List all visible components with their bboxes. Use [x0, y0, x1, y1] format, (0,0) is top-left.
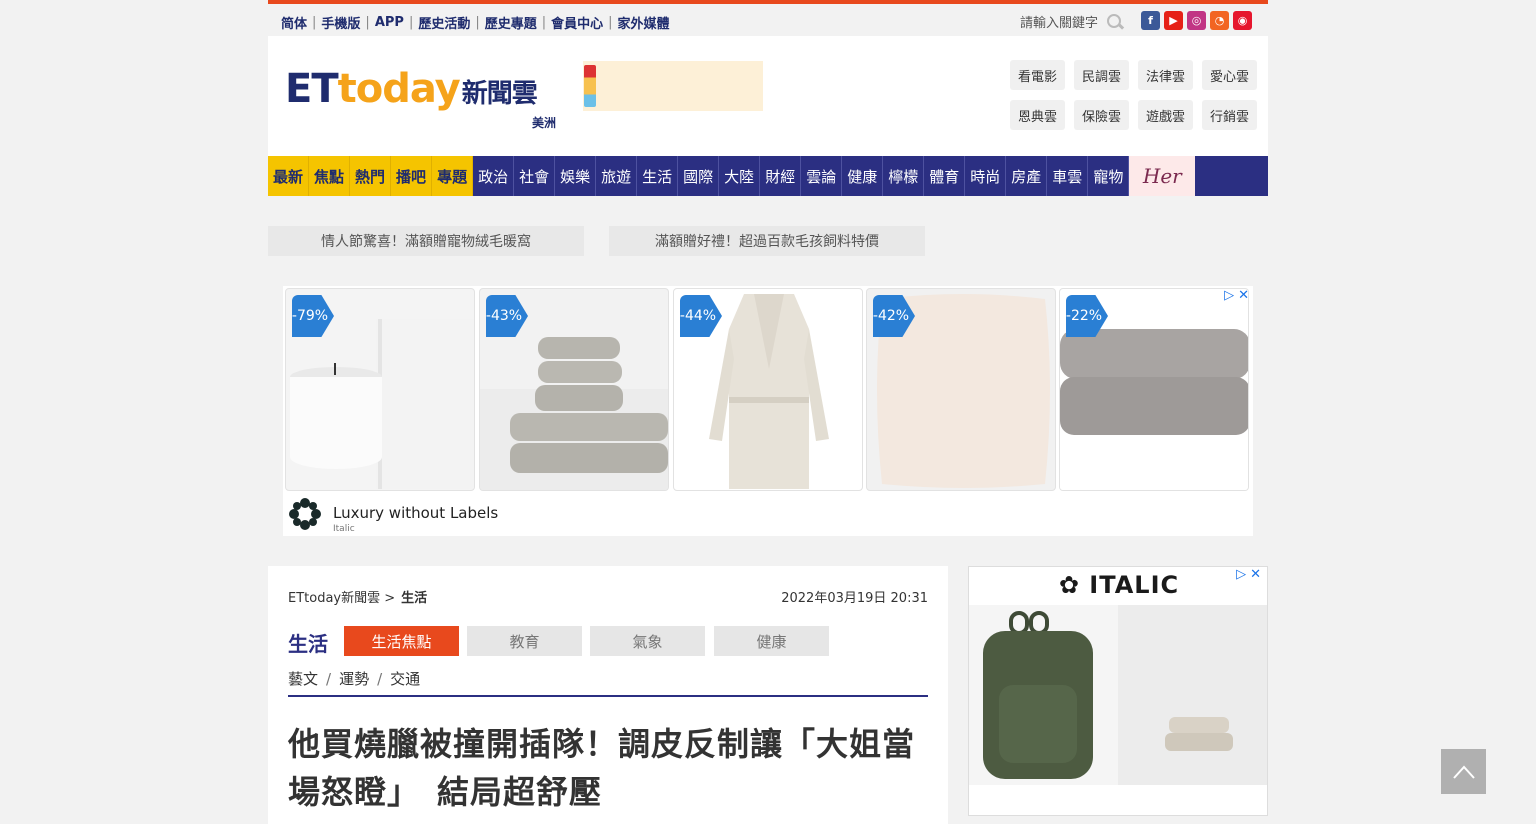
site-header: ETtoday新聞雲 美洲 看電影 民調雲 法律雲 愛心雲 恩典雲 保險雲 遊戲… [268, 36, 1268, 156]
section-divider [288, 695, 928, 697]
product-card[interactable]: -22% [1059, 288, 1249, 491]
chevron-up-icon [1452, 765, 1475, 779]
sublink-arts[interactable]: 藝文 [288, 670, 318, 688]
instagram-icon[interactable]: ◎ [1187, 11, 1206, 30]
nav-item[interactable]: 房產 [1006, 156, 1048, 196]
facebook-icon[interactable]: f [1141, 11, 1160, 30]
link-history-events[interactable]: 歷史活動 [418, 13, 470, 32]
ad-brand: ✿ ITALIC [1058, 571, 1180, 599]
nav-item-latest[interactable]: 最新 [268, 156, 310, 196]
category-title[interactable]: 生活 [288, 628, 328, 657]
nav-item-focus[interactable]: 焦點 [309, 156, 351, 196]
ad-choices[interactable]: ▷ ✕ [1224, 288, 1249, 303]
tab-weather[interactable]: 氣象 [590, 626, 705, 656]
side-ad[interactable]: ✿ ITALIC ▷ ✕ [968, 566, 1268, 816]
product-card[interactable]: -79% [285, 288, 475, 491]
link-history-topics[interactable]: 歷史專題 [485, 13, 537, 32]
promo-link[interactable]: 滿額贈好禮！超過百款毛孩飼料特價 [609, 226, 925, 256]
nav-item[interactable]: 大陸 [719, 156, 761, 196]
link-mobile[interactable]: 手機版 [321, 13, 360, 32]
article-panel: ETtoday新聞雲 > 生活 2022年03月19日 20:31 生活 生活焦點… [268, 566, 948, 824]
nav-item[interactable]: 寵物 [1088, 156, 1130, 196]
nav-item[interactable]: 生活 [637, 156, 679, 196]
close-icon[interactable]: ✕ [1238, 288, 1249, 303]
cloud-link[interactable]: 民調雲 [1074, 60, 1129, 90]
link-member-center[interactable]: 會員中心 [551, 13, 603, 32]
ettoday-logo[interactable]: ETtoday新聞雲 [285, 66, 538, 112]
breadcrumb: ETtoday新聞雲 > 生活 [288, 587, 427, 606]
product-card[interactable]: -43% [479, 288, 669, 491]
sub-links: 藝文 / 運勢 / 交通 [288, 670, 421, 688]
tab-health[interactable]: 健康 [714, 626, 829, 656]
cloud-link[interactable]: 法律雲 [1138, 60, 1193, 90]
rss-icon[interactable]: ◔ [1210, 11, 1229, 30]
back-to-top-button[interactable] [1441, 749, 1486, 794]
product-card[interactable]: -42% [866, 288, 1056, 491]
breadcrumb-section[interactable]: 生活 [401, 591, 427, 606]
nav-item[interactable]: 社會 [514, 156, 556, 196]
search-icon[interactable] [1106, 13, 1124, 31]
product-card[interactable]: -44% [673, 288, 863, 491]
ad-choices[interactable]: ▷ ✕ [1236, 567, 1261, 582]
top-links: 简体 | 手機版 | APP | 歷史活動 | 歷史專題 | 會員中心 | 家外媒體 [281, 13, 670, 32]
link-app[interactable]: APP [375, 15, 404, 30]
search-input[interactable]: 請輸入關鍵字 [1020, 12, 1098, 31]
sublink-traffic[interactable]: 交通 [390, 670, 420, 688]
ad-thumbnail [584, 65, 596, 107]
nav-item[interactable]: 時尚 [965, 156, 1007, 196]
cloud-link[interactable]: 恩典雲 [1010, 100, 1065, 130]
cloud-link[interactable]: 保險雲 [1074, 100, 1129, 130]
sublink-fortune[interactable]: 運勢 [339, 670, 369, 688]
tab-education[interactable]: 教育 [467, 626, 582, 656]
cloud-links: 看電影 民調雲 法律雲 愛心雲 恩典雲 保險雲 遊戲雲 行銷雲 [1010, 60, 1257, 130]
nav-item[interactable]: 旅遊 [596, 156, 638, 196]
article-headline: 他買燒臘被撞開插隊！調皮反制讓「大姐當場怒瞪」 結局超舒壓 [288, 725, 916, 811]
cloud-link[interactable]: 看電影 [1010, 60, 1065, 90]
backpack-image [969, 605, 1267, 785]
region-label: 美洲 [532, 116, 557, 130]
tab-life-focus[interactable]: 生活焦點 [344, 626, 459, 656]
nav-item-her[interactable]: Her [1129, 156, 1196, 196]
nav-item-podcast[interactable]: 播吧 [391, 156, 433, 196]
nav-item[interactable]: 財經 [760, 156, 802, 196]
nav-item-hot[interactable]: 熱門 [350, 156, 392, 196]
promo-link[interactable]: 情人節驚喜！滿額贈寵物絨毛暖窩 [268, 226, 584, 256]
link-outdoor-media[interactable]: 家外媒體 [618, 13, 670, 32]
breadcrumb-home[interactable]: ETtoday新聞雲 > [288, 591, 395, 606]
nav-item[interactable]: 雲論 [801, 156, 843, 196]
nav-item[interactable]: 娛樂 [555, 156, 597, 196]
nav-item-topics[interactable]: 專題 [432, 156, 474, 196]
main-nav: 最新 焦點 熱門 播吧 專題 政治 社會 娛樂 旅遊 生活 國際 大陸 財經 雲… [268, 156, 1268, 196]
link-simplified[interactable]: 简体 [281, 13, 307, 32]
product-carousel-ad[interactable]: -79% -43% -44% -42% -22% ▷ ✕ Luxury with… [283, 286, 1253, 536]
ad-title[interactable]: Luxury without Labels [333, 504, 498, 522]
cloud-link[interactable]: 愛心雲 [1202, 60, 1257, 90]
cloud-link[interactable]: 遊戲雲 [1138, 100, 1193, 130]
weibo-icon[interactable]: ◉ [1233, 11, 1252, 30]
adchoices-icon[interactable]: ▷ [1236, 567, 1246, 582]
social-icons: f ▶ ◎ ◔ ◉ [1141, 11, 1252, 30]
ad-sponsor: Italic [333, 524, 355, 534]
cloud-link[interactable]: 行銷雲 [1202, 100, 1257, 130]
nav-item[interactable]: 健康 [842, 156, 884, 196]
youtube-icon[interactable]: ▶ [1164, 11, 1183, 30]
adchoices-icon[interactable]: ▷ [1224, 288, 1234, 303]
close-icon[interactable]: ✕ [1250, 567, 1261, 582]
publish-date: 2022年03月19日 20:31 [781, 591, 928, 606]
ad-footer[interactable]: Luxury without Labels Italic [283, 494, 1253, 536]
header-ad-banner[interactable] [583, 61, 763, 111]
italic-logo-icon [289, 498, 321, 530]
top-bar: 简体 | 手機版 | APP | 歷史活動 | 歷史專題 | 會員中心 | 家外媒體 請輸入… [268, 0, 1268, 36]
nav-item[interactable]: 體育 [924, 156, 966, 196]
nav-item[interactable]: 車雲 [1047, 156, 1089, 196]
search-box[interactable]: 請輸入關鍵字 [1020, 12, 1124, 31]
nav-item[interactable]: 國際 [678, 156, 720, 196]
nav-item[interactable]: 政治 [473, 156, 515, 196]
nav-item[interactable]: 檸檬 [883, 156, 925, 196]
